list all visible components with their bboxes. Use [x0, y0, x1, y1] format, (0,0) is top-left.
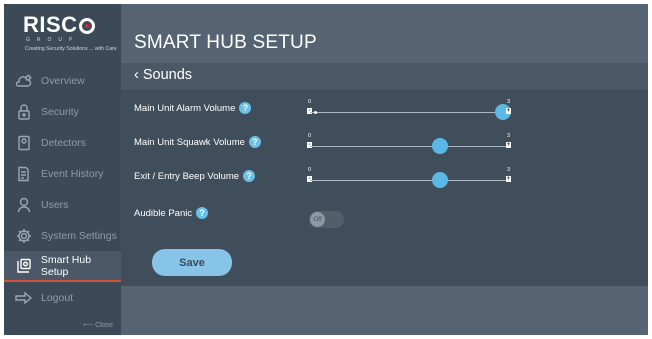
minus-icon[interactable]: - [307, 176, 312, 182]
page-header: SMART HUB SETUP [121, 4, 648, 63]
history-document-icon [14, 166, 34, 182]
arrow-left-icon: ⟵ [83, 322, 96, 329]
save-button[interactable]: Save [152, 249, 232, 276]
slider-track[interactable] [310, 180, 508, 181]
help-icon[interactable]: ? [239, 102, 252, 114]
setting-label-text: Audible Panic [134, 207, 193, 219]
section-title: Sounds [142, 67, 193, 83]
slider-track[interactable] [310, 146, 508, 147]
sidebar: RISC GROUP Creating Security Solutions .… [4, 4, 121, 335]
sidebar-item-label: Users [41, 198, 69, 211]
logo-wordmark: RISC [23, 12, 95, 38]
sub-header: ‹ Sounds [121, 63, 648, 90]
beep-volume-slider[interactable]: 0 3 - + [307, 167, 511, 188]
gear-icon [14, 228, 34, 244]
setting-label-text: Exit / Entry Beep Volume [134, 170, 240, 182]
sidebar-item-system-settings[interactable]: System Settings [4, 220, 121, 251]
cloud-sun-icon [14, 73, 34, 89]
sidebar-item-users[interactable]: Users [4, 189, 121, 220]
slider-min-label: 0 [308, 133, 312, 139]
setting-row-squawk-volume: Main Unit Squawk Volume ? 0 3 - + [121, 124, 648, 158]
close-label: Close [95, 322, 113, 329]
smart-hub-icon [14, 258, 34, 274]
sidebar-item-label: Smart Hub Setup [40, 253, 92, 278]
chevron-left-icon: ‹ [134, 67, 143, 83]
slider-min-label: 0 [308, 99, 312, 105]
sidebar-item-overview[interactable]: Overview [4, 65, 121, 96]
page-title: SMART HUB SETUP [134, 32, 317, 53]
logo-tagline: Creating Security Solutions ... with Car… [25, 46, 117, 52]
slider-max-label: 3 [506, 133, 510, 139]
detector-icon [14, 135, 34, 151]
plus-icon[interactable]: + [506, 108, 511, 114]
setting-row-beep-volume: Exit / Entry Beep Volume ? 0 3 - + [121, 158, 648, 192]
slider-max-label: 3 [506, 167, 510, 173]
sidebar-item-label: System Settings [41, 229, 117, 242]
setting-label-text: Main Unit Squawk Volume [134, 136, 245, 148]
logout-icon [14, 290, 34, 306]
lock-icon [14, 103, 34, 120]
slider-track[interactable] [310, 112, 508, 113]
main-content: SMART HUB SETUP ‹ Sounds Main Unit Alarm… [121, 4, 648, 335]
help-icon[interactable]: ? [196, 207, 209, 219]
help-icon[interactable]: ? [248, 136, 261, 148]
sidebar-item-label: Security [41, 105, 79, 118]
back-link[interactable]: ‹ Sounds [134, 67, 192, 83]
audible-panic-toggle[interactable]: Off [309, 211, 344, 228]
toggle-thumb: Off [310, 212, 325, 227]
setting-label-text: Main Unit Alarm Volume [134, 102, 236, 114]
sidebar-item-event-history[interactable]: Event History [4, 158, 121, 189]
sidebar-item-security[interactable]: Security [4, 96, 121, 127]
sidebar-item-label: Detectors [41, 136, 86, 149]
setting-label: Main Unit Alarm Volume ? [134, 102, 252, 114]
slider-knob[interactable] [432, 172, 449, 188]
plus-icon[interactable]: + [506, 176, 511, 182]
sidebar-item-logout[interactable]: Logout [4, 282, 121, 313]
sidebar-item-label: Event History [41, 167, 104, 180]
sidebar-item-detectors[interactable]: Detectors [4, 127, 121, 158]
minus-icon[interactable]: - [307, 142, 312, 148]
slider-step-dot [314, 111, 317, 114]
logo: RISC GROUP Creating Security Solutions .… [4, 4, 121, 66]
setting-row-audible-panic: Audible Panic ? [121, 202, 648, 236]
alarm-volume-slider[interactable]: 0 3 - + [307, 99, 511, 120]
logo-group-text: GROUP [26, 37, 80, 43]
sidebar-item-label: Logout [41, 291, 74, 304]
setting-label: Exit / Entry Beep Volume ? [134, 170, 256, 182]
slider-min-label: 0 [308, 167, 312, 173]
app-window: RISC GROUP Creating Security Solutions .… [4, 4, 648, 335]
slider-max-label: 3 [506, 99, 510, 105]
sidebar-item-label: Overview [41, 74, 85, 87]
user-icon [14, 197, 34, 213]
minus-icon[interactable]: - [307, 108, 312, 114]
setting-row-alarm-volume: Main Unit Alarm Volume ? 0 3 - + [121, 90, 648, 124]
plus-icon[interactable]: + [506, 142, 511, 148]
squawk-volume-slider[interactable]: 0 3 - + [307, 133, 511, 154]
help-icon[interactable]: ? [243, 170, 256, 182]
close-sidebar-link[interactable]: ⟵ Close [83, 321, 113, 329]
slider-knob[interactable] [432, 138, 449, 154]
sidebar-item-smart-hub-setup[interactable]: Smart Hub Setup [4, 251, 121, 282]
sidebar-nav: Overview Security Detectors Event Histor… [4, 65, 121, 313]
setting-label: Audible Panic ? [134, 207, 209, 219]
setting-label: Main Unit Squawk Volume ? [134, 136, 261, 148]
